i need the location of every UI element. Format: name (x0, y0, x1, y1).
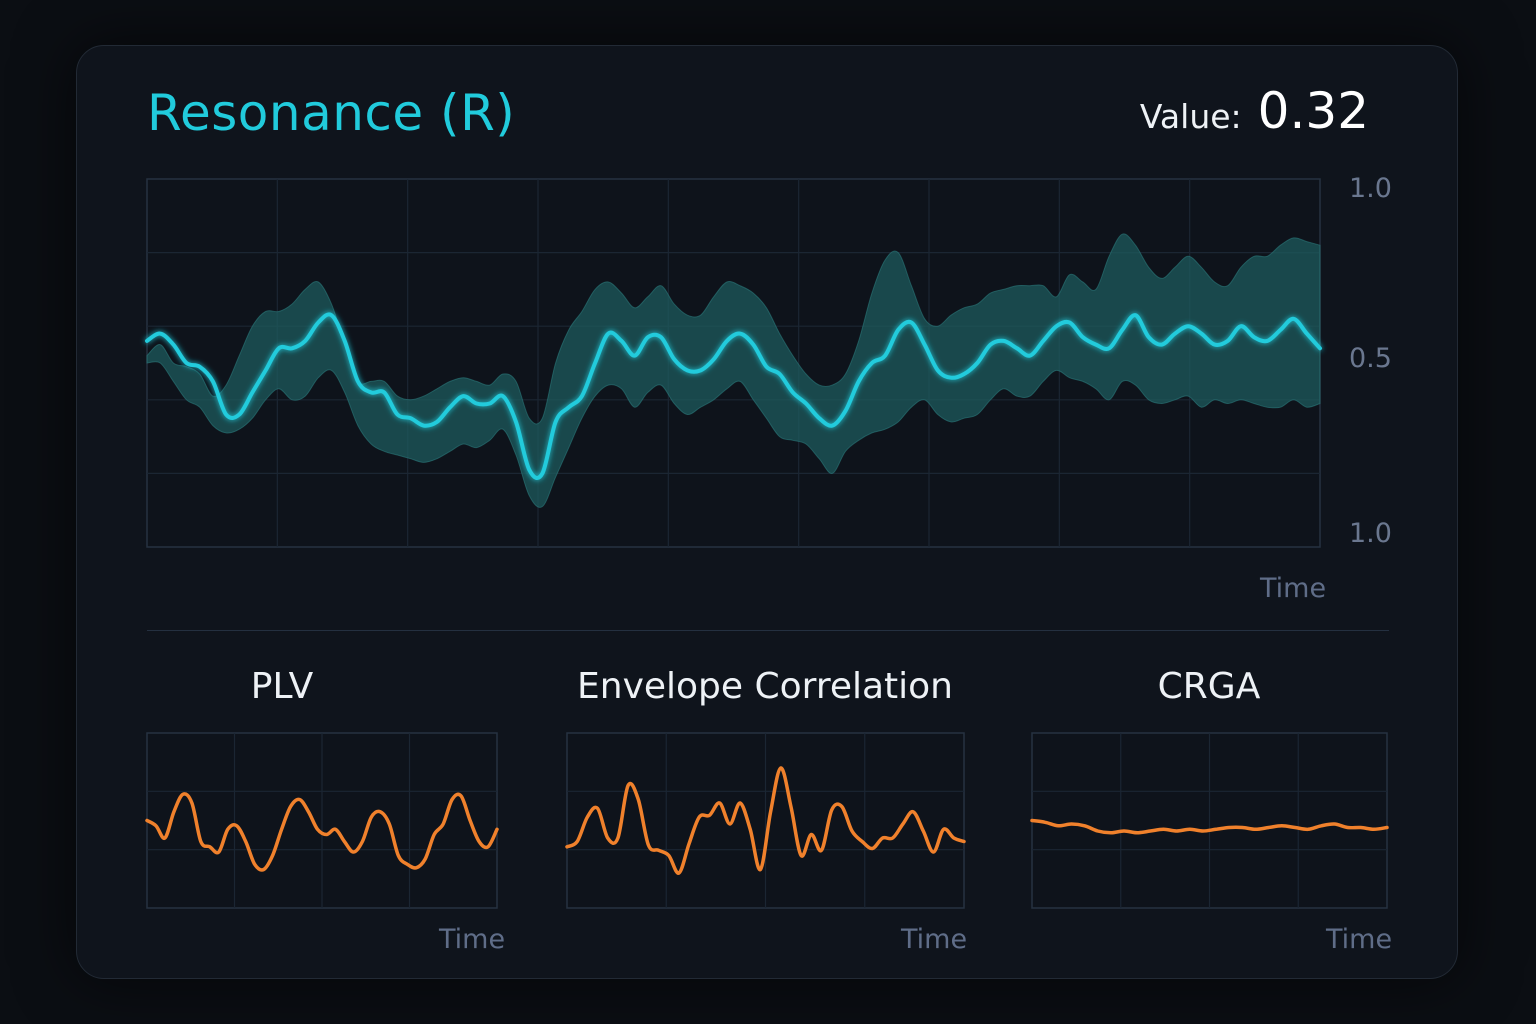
section-divider (147, 630, 1389, 631)
charts-canvas (145, 178, 1389, 909)
plv-title: PLV (250, 666, 314, 707)
crga-title: CRGA (1157, 666, 1261, 707)
plv-x-axis-label: Time (439, 924, 506, 955)
envelope-correlation-title: Envelope Correlation (577, 666, 953, 707)
resonance-panel: Resonance (R) Value: 0.32 1.0 0.5 1.0 Ti… (76, 45, 1458, 979)
main-x-axis-label: Time (1260, 573, 1327, 604)
main-ytick-mid: 0.5 (1349, 343, 1392, 374)
envelope-x-axis-label: Time (901, 924, 968, 955)
main-ytick-top: 1.0 (1349, 173, 1392, 204)
crga-x-axis-label: Time (1326, 924, 1393, 955)
main-ytick-bottom: 1.0 (1349, 518, 1392, 549)
